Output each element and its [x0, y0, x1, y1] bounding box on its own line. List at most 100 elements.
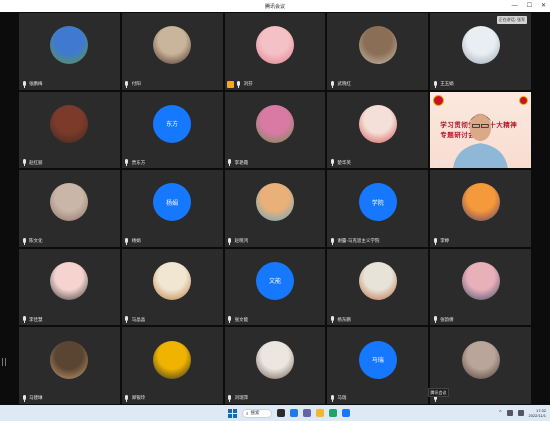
participant-tile[interactable]: 李婷 — [430, 170, 531, 247]
participant-namebar: 刘瑞萍 — [227, 394, 249, 402]
participant-namebar: 贾东方 — [124, 159, 145, 167]
volume-icon[interactable] — [517, 410, 524, 416]
participant-tile[interactable]: 李艳霞 — [224, 91, 326, 169]
participant-namebar: 杨东鹏 — [329, 316, 351, 324]
mic-icon — [432, 316, 438, 324]
mic-icon — [329, 316, 335, 324]
participant-name: 张鹏梅 — [29, 81, 43, 87]
participant-namebar: 李婷 — [432, 237, 449, 245]
start-icon[interactable] — [228, 408, 237, 418]
avatar — [255, 104, 294, 143]
avatar — [255, 340, 294, 379]
avatar — [50, 183, 89, 222]
participant-name: 张文能 — [234, 316, 249, 322]
participant-namebar: 马建琳 — [21, 394, 43, 402]
clock[interactable]: 17:32 2022/11/1 — [529, 408, 547, 418]
taskbar: ⌕ 搜索 ^ 17:32 2022/11/1 — [0, 405, 550, 421]
participant-name: 赵红丽 — [29, 159, 43, 165]
participant-namebar: 张鹏梅 — [21, 80, 43, 88]
participant-tile[interactable]: 付阳 — [121, 13, 223, 90]
participant-tile[interactable]: 杨娟 杨娟 — [121, 170, 223, 247]
tray-overflow-icon[interactable]: ^ — [499, 410, 501, 416]
mic-icon — [124, 316, 130, 324]
participant-tile[interactable]: 马晶晶 — [121, 248, 223, 326]
mic-icon — [329, 80, 335, 88]
participant-namebar: 杨娟 — [124, 237, 141, 245]
participant-tile[interactable]: 陈文化 — [19, 170, 120, 247]
mic-icon — [432, 80, 438, 88]
participant-tile[interactable]: 马瑞 马瑞 — [327, 327, 429, 404]
participant-tile[interactable]: 东方贾东方 — [121, 91, 223, 169]
mic-icon — [329, 159, 335, 167]
participant-tile[interactable]: 学院谢露-马克思主义学院 — [327, 170, 429, 247]
avatar — [153, 340, 192, 379]
avatar — [50, 261, 89, 300]
explorer-icon[interactable] — [316, 409, 324, 417]
participant-tile[interactable]: 赵红丽 — [19, 91, 120, 169]
participant-tile[interactable]: 楚华英 — [327, 91, 429, 169]
widgets-icon[interactable] — [290, 409, 298, 417]
mic-icon — [21, 237, 27, 245]
mic-icon — [21, 316, 27, 324]
participant-tile[interactable]: 刘芬 — [224, 13, 326, 90]
participant-tile[interactable]: 武晓红 — [327, 13, 429, 90]
participant-tile[interactable]: 学习贯彻党的二十大精神专题研讨会 张军 — [430, 91, 531, 169]
avatar — [255, 183, 294, 222]
avatar-initials: 东方 — [166, 122, 179, 129]
participant-tile[interactable]: 马建琳 — [19, 327, 120, 404]
avatar-initials: 杨娟 — [166, 200, 179, 207]
search-icon: ⌕ — [246, 410, 249, 416]
avatar: 学院 — [358, 183, 397, 222]
participant-tile[interactable]: 文能 张文能 — [224, 248, 326, 326]
minimize-icon[interactable]: — — [512, 0, 518, 12]
participant-namebar: 马瑞 — [329, 394, 346, 402]
participant-tile[interactable]: 张鹏梅 — [19, 13, 120, 90]
participant-name: 张军 — [440, 159, 450, 165]
participant-tile[interactable]: 李佳慧 — [19, 248, 120, 326]
avatar — [358, 261, 397, 300]
avatar — [153, 26, 192, 65]
network-icon[interactable] — [506, 410, 513, 416]
participant-name: 王玉娟 — [440, 81, 454, 87]
mic-icon — [227, 394, 233, 402]
participant-tile[interactable]: 王玉娟 正在讲话: 张军 — [430, 13, 531, 90]
avatar-initials: 马瑞 — [371, 358, 384, 365]
participant-namebar: 武晓红 — [329, 80, 351, 88]
participant-namebar: 张韵倩 — [432, 316, 454, 324]
participant-tile[interactable]: 杨东鹏 — [327, 248, 429, 326]
taskview-icon[interactable] — [277, 409, 285, 417]
participant-name: 杨东鹏 — [337, 316, 351, 322]
speaking-indicator: 正在讲话: 张军 — [496, 16, 527, 24]
mic-icon — [124, 394, 130, 402]
tencent-meeting-icon[interactable] — [342, 409, 350, 417]
mic-icon — [21, 80, 27, 88]
avatar — [358, 104, 397, 143]
chat-icon[interactable] — [303, 409, 311, 417]
participant-namebar: 马晶晶 — [124, 316, 145, 324]
side-panel-handle[interactable] — [2, 358, 8, 368]
edge-icon[interactable] — [329, 409, 337, 417]
participant-name: 刘瑞萍 — [234, 395, 249, 401]
participant-tile[interactable]: 赵晓鸿 — [224, 170, 326, 247]
avatar — [358, 26, 397, 65]
taskbar-tooltip: 腾讯会议 — [428, 388, 449, 397]
mic-icon — [329, 394, 335, 402]
participant-tile[interactable]: 刘瑞萍 — [224, 327, 326, 404]
participant-name: 李佳慧 — [29, 316, 43, 322]
participant-tile[interactable]: 郑银玲 — [121, 327, 223, 404]
avatar-initials: 学院 — [371, 200, 384, 207]
mic-icon — [124, 159, 130, 167]
speaker-figure — [453, 113, 509, 169]
participant-namebar: 王玉娟 — [432, 80, 454, 88]
participant-namebar: 楚华英 — [329, 159, 351, 167]
participant-tile[interactable]: 张韵倩 — [430, 248, 531, 326]
avatar: 东方 — [153, 104, 192, 143]
participant-namebar: 李艳霞 — [227, 159, 248, 167]
avatar — [461, 26, 500, 65]
close-icon[interactable]: ✕ — [541, 0, 546, 12]
avatar: 马瑞 — [358, 340, 397, 379]
taskbar-search[interactable]: ⌕ 搜索 — [242, 408, 272, 418]
participant-name: 谢露-马克思主义学院 — [337, 238, 380, 244]
maximize-icon[interactable]: ☐ — [527, 0, 532, 12]
mic-icon — [432, 237, 438, 245]
